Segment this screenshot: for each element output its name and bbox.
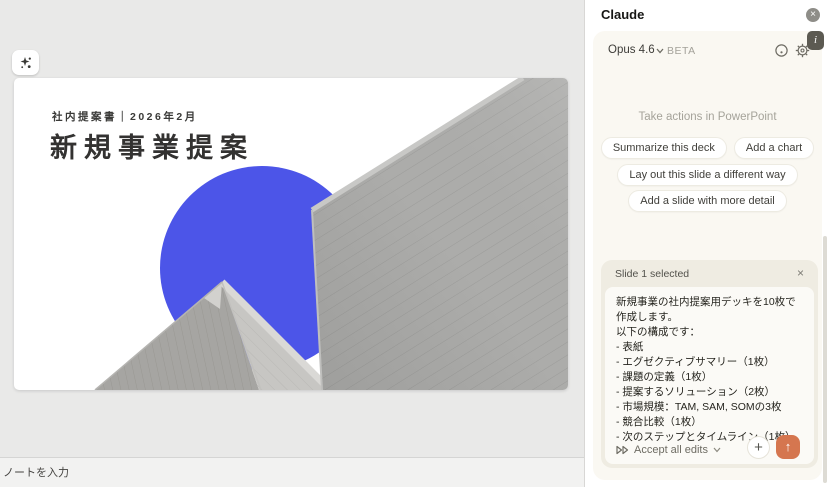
panel-scrollbar[interactable] [823, 236, 827, 483]
suggestion-summarize-deck[interactable]: Summarize this deck [601, 137, 727, 159]
slide-canvas: 社内提案書｜2026年2月 新規事業提案 ノートを入力 [0, 0, 584, 487]
accept-all-edits-control[interactable]: Accept all edits [616, 444, 721, 456]
composer-text[interactable]: 新規事業の社内提案用デッキを10枚で作成します。 以下の構成です： - 表紙 -… [616, 295, 803, 445]
slide-cover-artwork [14, 78, 568, 390]
send-button[interactable]: ↑ [776, 435, 800, 459]
accept-all-edits-label: Accept all edits [634, 444, 708, 456]
suggestion-layout-slide[interactable]: Lay out this slide a different way [617, 164, 797, 186]
panel-title: Claude [601, 7, 644, 22]
context-close-icon[interactable]: × [797, 266, 804, 280]
beta-badge: BETA [667, 45, 696, 57]
slide-1[interactable]: 社内提案書｜2026年2月 新規事業提案 [14, 78, 568, 390]
fast-forward-icon [616, 445, 629, 455]
info-icon[interactable]: i [807, 31, 824, 50]
chevron-down-icon [713, 447, 721, 453]
close-icon[interactable]: × [806, 8, 820, 22]
slide-context-card: Slide 1 selected × 新規事業の社内提案用デッキを10枚で作成し… [601, 260, 818, 468]
suggestion-add-chart[interactable]: Add a chart [734, 137, 814, 159]
suggestion-add-slide-detail[interactable]: Add a slide with more detail [628, 190, 787, 212]
notes-input[interactable]: ノートを入力 [0, 458, 584, 487]
model-selector[interactable]: Opus 4.6 [608, 44, 655, 56]
slide-title-text[interactable]: 新規事業提案 [50, 126, 254, 165]
ai-sparkle-button[interactable] [12, 50, 39, 75]
context-card-header: Slide 1 selected [615, 268, 689, 280]
sparkle-icon [19, 56, 33, 70]
notes-placeholder: ノートを入力 [3, 464, 69, 480]
claude-addin-panel: Claude × Opus 4.6 BETA i Take actions in… [585, 0, 828, 487]
attach-plus-button[interactable]: + [747, 436, 770, 459]
slide-kicker-text[interactable]: 社内提案書｜2026年2月 [52, 109, 198, 124]
history-icon[interactable] [774, 43, 789, 58]
prompt-composer[interactable]: 新規事業の社内提案用デッキを10枚で作成します。 以下の構成です： - 表紙 -… [605, 287, 814, 464]
empty-state-label: Take actions in PowerPoint [593, 111, 822, 123]
chevron-down-icon [656, 48, 664, 54]
